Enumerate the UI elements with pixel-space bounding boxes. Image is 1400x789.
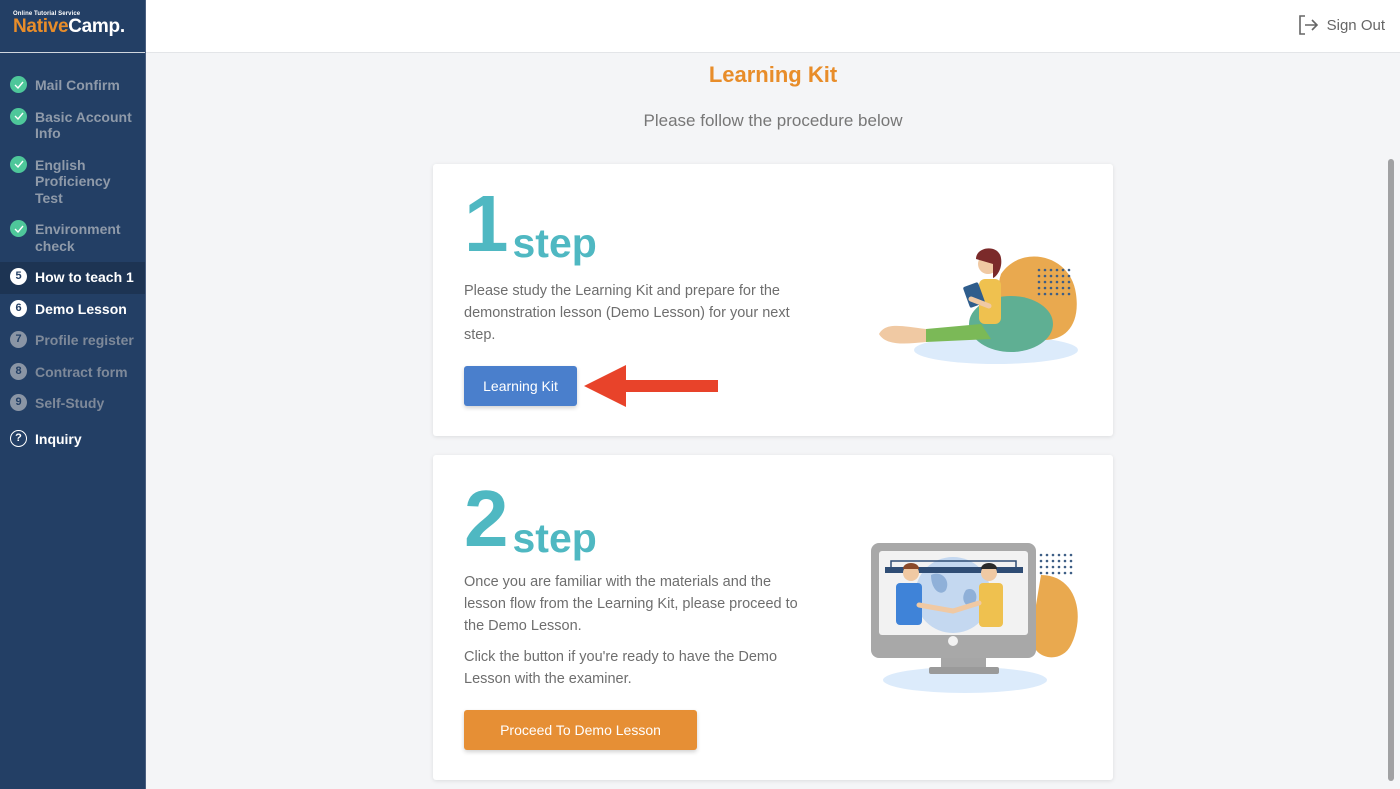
main-content: Learning Kit Please follow the procedure… bbox=[146, 54, 1400, 789]
step-number-icon: 9 bbox=[10, 394, 27, 411]
logo-wordmark: NativeCamp. bbox=[13, 17, 145, 37]
step-2-description: Once you are familiar with the materials… bbox=[464, 574, 798, 634]
check-icon bbox=[10, 155, 27, 173]
sidebar-item-label: English Proficiency Test bbox=[35, 156, 111, 206]
step-2-heading: 2 step bbox=[464, 474, 597, 563]
sidebar-item-label: Profile register bbox=[35, 332, 134, 348]
sign-out-button[interactable]: Sign Out bbox=[1297, 14, 1385, 36]
step-1-description: Please study the Learning Kit and prepar… bbox=[464, 283, 790, 343]
step-number-icon: 8 bbox=[10, 362, 27, 380]
sidebar-item-inquiry[interactable]: ? Inquiry bbox=[0, 420, 145, 456]
sidebar-item-label: Contract form bbox=[35, 363, 128, 380]
page-title: Learning Kit bbox=[708, 62, 838, 87]
step-word: step bbox=[512, 220, 597, 266]
step-number-icon: 5 bbox=[10, 268, 27, 285]
sidebar-item-label: Self-Study bbox=[35, 395, 105, 411]
page-subtitle: Please follow the procedure below bbox=[643, 111, 903, 130]
step-2-card: 2 step Once you are familiar with the ma… bbox=[433, 455, 1113, 780]
step-word: step bbox=[512, 515, 597, 561]
sidebar-item-basic-account-info[interactable]: Basic Account Info bbox=[0, 102, 145, 150]
sidebar-nav: Mail Confirm Basic Account Info English … bbox=[0, 53, 145, 455]
logo-native: Native bbox=[13, 16, 69, 37]
check-icon bbox=[10, 220, 27, 237]
woman-reading-book-illustration bbox=[879, 248, 1078, 364]
sidebar-item-demo-lesson[interactable]: 6 Demo Lesson bbox=[0, 294, 145, 326]
sidebar: Online Tutorial Service NativeCamp. Mail… bbox=[0, 0, 146, 789]
sidebar-item-mail-confirm[interactable]: Mail Confirm bbox=[0, 70, 145, 102]
step-1-heading: 1 step bbox=[464, 179, 597, 268]
proceed-to-demo-lesson-button[interactable]: Proceed To Demo Lesson bbox=[464, 710, 697, 750]
sidebar-item-label: Demo Lesson bbox=[35, 300, 127, 317]
sidebar-item-english-proficiency-test[interactable]: English Proficiency Test bbox=[0, 150, 145, 215]
sidebar-item-label: Environment check bbox=[35, 221, 121, 254]
help-icon: ? bbox=[10, 429, 27, 447]
sidebar-item-how-to-teach-1[interactable]: 5 How to teach 1 bbox=[0, 262, 145, 294]
monitor-handshake-illustration bbox=[871, 543, 1078, 693]
sidebar-item-contract-form[interactable]: 8 Contract form bbox=[0, 357, 145, 389]
step-1-card: 1 step Please study the Learning Kit and… bbox=[433, 164, 1113, 436]
sidebar-item-self-study[interactable]: 9 Self-Study bbox=[0, 388, 145, 420]
sidebar-item-label: Inquiry bbox=[35, 430, 82, 447]
sidebar-item-label: How to teach 1 bbox=[35, 269, 134, 285]
sidebar-item-label: Mail Confirm bbox=[35, 77, 120, 93]
step-number: 1 bbox=[464, 179, 508, 268]
step-number: 2 bbox=[464, 474, 508, 563]
check-icon bbox=[10, 107, 27, 125]
sidebar-item-profile-register[interactable]: 7 Profile register bbox=[0, 325, 145, 357]
learning-kit-button[interactable]: Learning Kit bbox=[464, 366, 577, 406]
sidebar-item-label: Basic Account Info bbox=[35, 108, 132, 142]
logo-camp: Camp. bbox=[68, 16, 125, 37]
step-number-icon: 7 bbox=[10, 331, 27, 348]
step-2-instruction: Click the button if you're ready to have… bbox=[464, 649, 778, 687]
sidebar-item-environment-check[interactable]: Environment check bbox=[0, 214, 145, 262]
sign-out-icon bbox=[1298, 15, 1318, 35]
top-header: Sign Out bbox=[146, 0, 1400, 53]
check-icon bbox=[10, 76, 27, 93]
logo[interactable]: Online Tutorial Service NativeCamp. bbox=[0, 0, 145, 53]
vertical-scrollbar[interactable] bbox=[1388, 159, 1394, 781]
sign-out-label: Sign Out bbox=[1326, 16, 1385, 34]
annotation-arrow-icon bbox=[584, 365, 718, 407]
step-number-icon: 6 bbox=[10, 299, 27, 317]
